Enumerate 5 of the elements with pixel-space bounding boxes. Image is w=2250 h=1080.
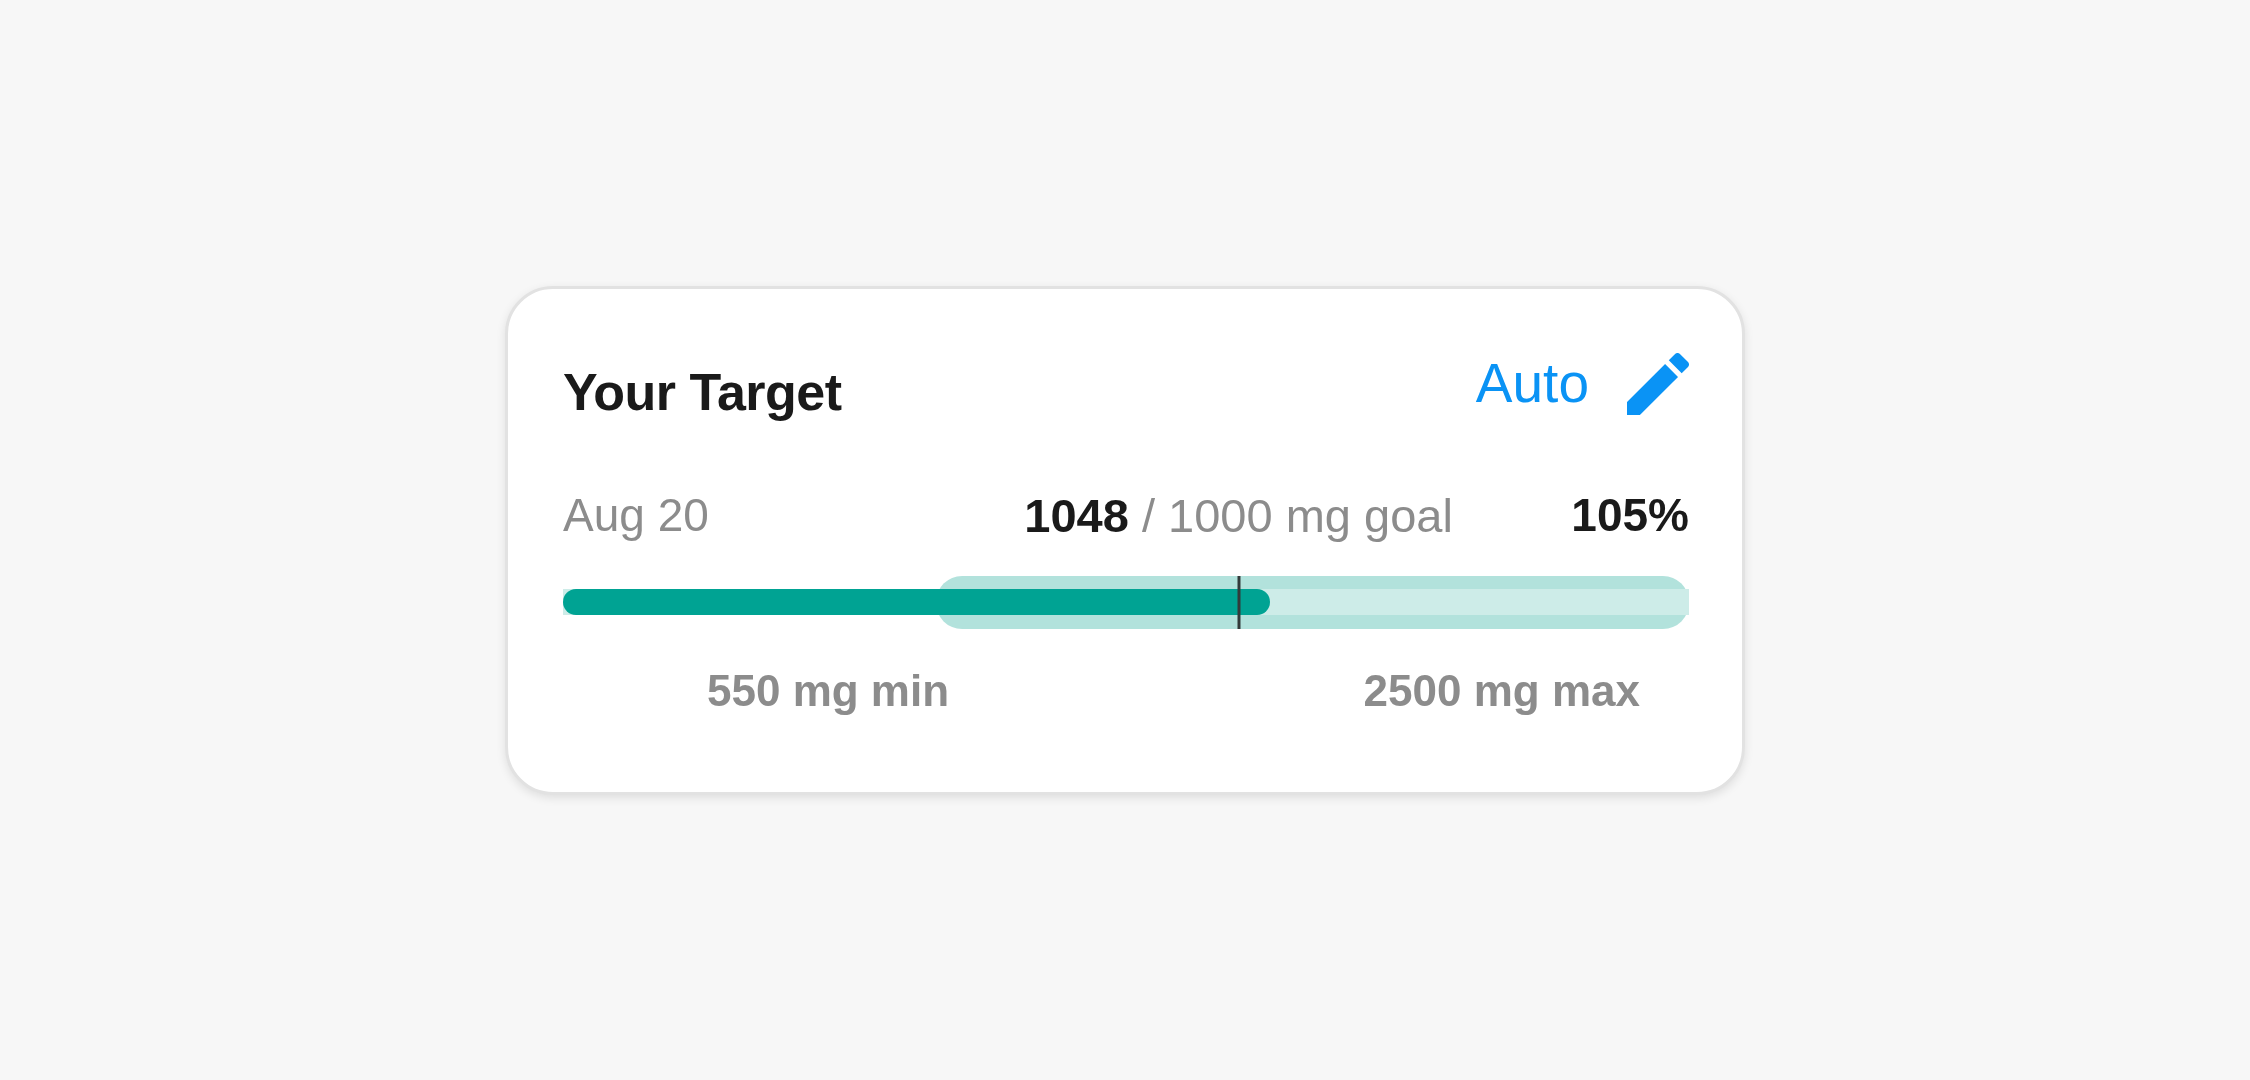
pencil-icon [1627,352,1689,415]
auto-edit-button[interactable]: Auto [1475,352,1689,415]
percent-label: 105% [1571,492,1689,538]
max-label: 2500 mg max [1363,668,1640,713]
min-label: 550 mg min [707,668,950,713]
